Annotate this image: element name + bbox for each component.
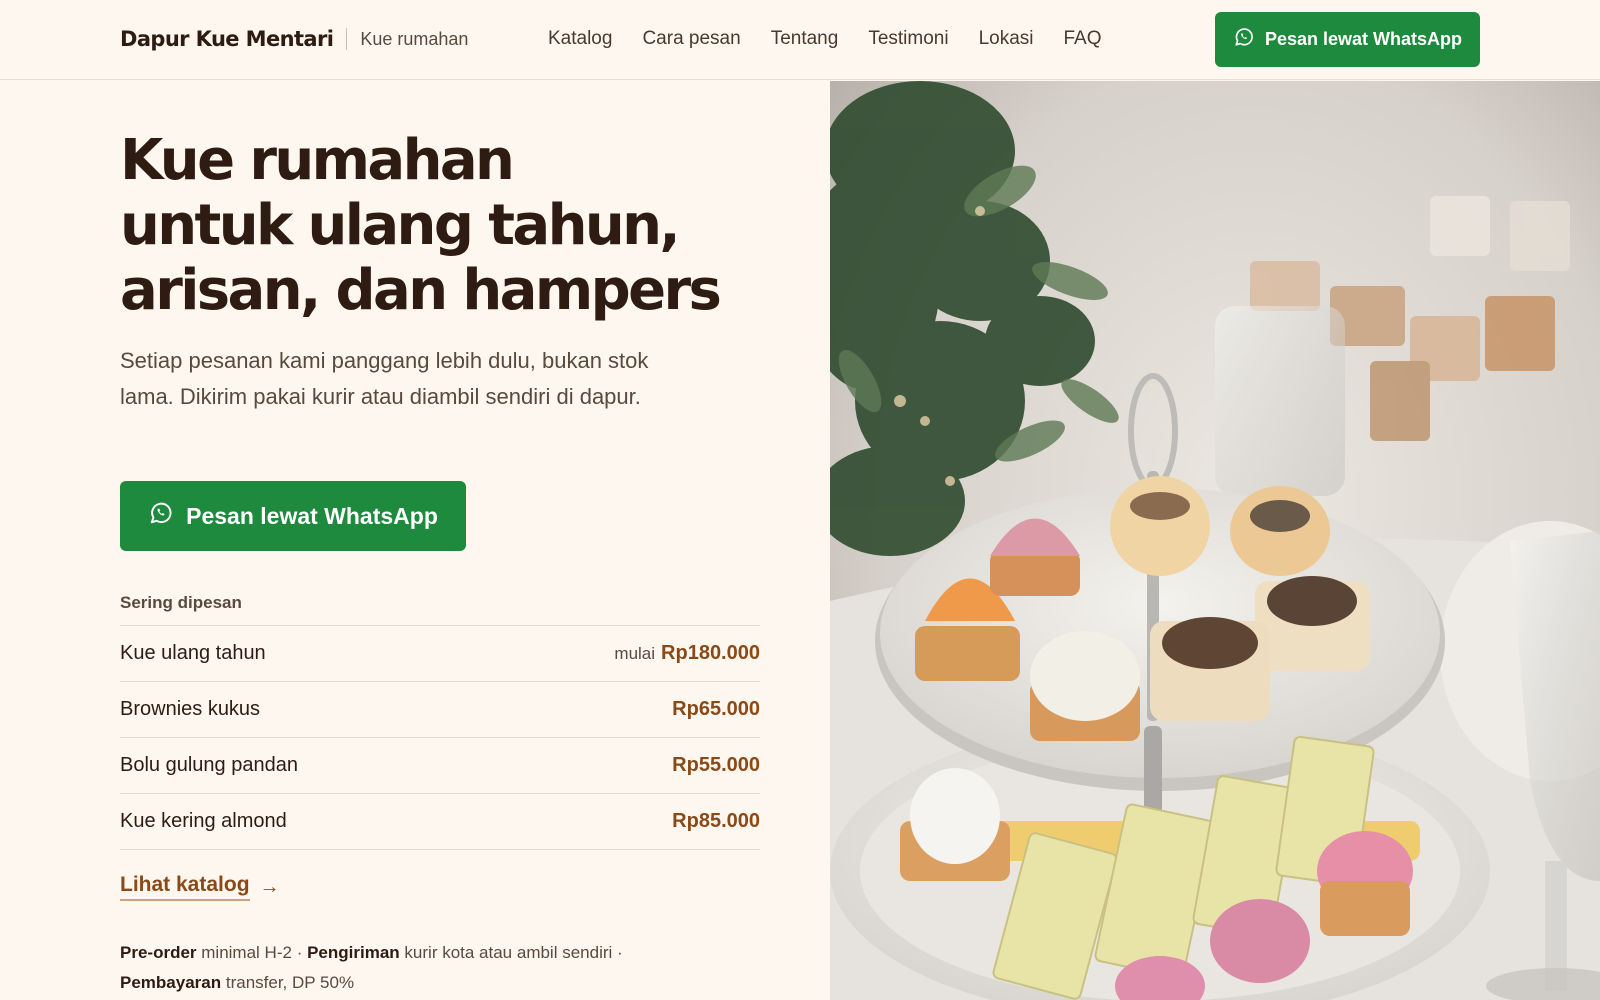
arrow-right-icon: → [259, 875, 280, 898]
item-price: Rp65.000 [672, 698, 760, 720]
whatsapp-icon [1233, 26, 1255, 53]
price-row: Kue kering almond Rp85.000 [120, 794, 760, 850]
item-price: Rp55.000 [672, 754, 760, 776]
payment-text: transfer, DP 50% [225, 973, 355, 992]
hero-whatsapp-button[interactable]: Pesan lewat WhatsApp [120, 481, 466, 551]
info-separator: · [617, 943, 623, 962]
whatsapp-icon [148, 500, 174, 532]
order-info: Pre-order minimal H-2 · Pengiriman kurir… [120, 938, 680, 998]
catalog-link-label[interactable]: Lihat katalog [120, 873, 250, 901]
hero-title-line-2: untuk ulang tahun, [120, 193, 681, 258]
item-price-prefix: mulai [614, 644, 656, 663]
preorder-text: minimal H-2 [201, 943, 292, 962]
item-name: Kue kering almond [120, 810, 287, 832]
cake-stand-illustration [830, 81, 1600, 1000]
brand-divider [346, 28, 348, 50]
hero-title-line-3: arisan, dan hampers [120, 258, 722, 323]
nav-link-katalog[interactable]: Katalog [548, 28, 612, 50]
preorder-label: Pre-order [120, 943, 197, 962]
site-header: Dapur Kue Mentari Kue rumahan Katalog Ca… [0, 0, 1600, 80]
item-price-group: mulai Rp180.000 [614, 642, 760, 665]
nav-link-testimoni[interactable]: Testimoni [868, 28, 948, 50]
item-price-group: Rp85.000 [672, 810, 760, 833]
price-row: Brownies kukus Rp65.000 [120, 682, 760, 738]
hero-subtitle: Setiap pesanan kami panggang lebih dulu,… [120, 348, 649, 409]
payment-label: Pembayaran [120, 973, 222, 992]
header-whatsapp-button[interactable]: Pesan lewat WhatsApp [1215, 12, 1480, 67]
main-nav: Katalog Cara pesan Tentang Testimoni Lok… [548, 28, 1102, 50]
nav-link-cara-pesan[interactable]: Cara pesan [642, 28, 740, 50]
brand[interactable]: Dapur Kue Mentari Kue rumahan [120, 27, 468, 51]
header-whatsapp-label: Pesan lewat WhatsApp [1264, 29, 1463, 49]
item-name: Bolu gulung pandan [120, 754, 298, 776]
item-price: Rp180.000 [661, 642, 760, 664]
item-name: Brownies kukus [120, 698, 261, 720]
brand-tagline: Kue rumahan [360, 28, 469, 49]
catalog-link[interactable]: Lihat katalog → [120, 873, 280, 901]
price-row: Bolu gulung pandan Rp55.000 [120, 738, 760, 794]
price-list: Kue ulang tahun mulai Rp180.000 Brownies… [120, 625, 760, 850]
item-price: Rp85.000 [672, 810, 760, 832]
item-price-group: Rp55.000 [672, 754, 760, 777]
item-price-group: Rp65.000 [672, 698, 760, 721]
popular-label: Sering dipesan [120, 593, 242, 612]
delivery-text: kurir kota atau ambil sendiri [404, 943, 613, 962]
hero-photo [830, 81, 1600, 1000]
item-name: Kue ulang tahun [120, 642, 266, 664]
info-separator: · [296, 943, 303, 962]
hero-title: Kue rumahan untuk ulang tahun, arisan, d… [120, 128, 820, 323]
nav-link-lokasi[interactable]: Lokasi [979, 28, 1034, 50]
hero-whatsapp-label: Pesan lewat WhatsApp [186, 502, 438, 529]
delivery-label: Pengiriman [307, 943, 400, 962]
nav-link-faq[interactable]: FAQ [1063, 28, 1101, 50]
price-row: Kue ulang tahun mulai Rp180.000 [120, 626, 760, 682]
hero-title-line-1: Kue rumahan [120, 128, 515, 193]
brand-name[interactable]: Dapur Kue Mentari [120, 27, 334, 51]
nav-link-tentang[interactable]: Tentang [771, 28, 839, 50]
